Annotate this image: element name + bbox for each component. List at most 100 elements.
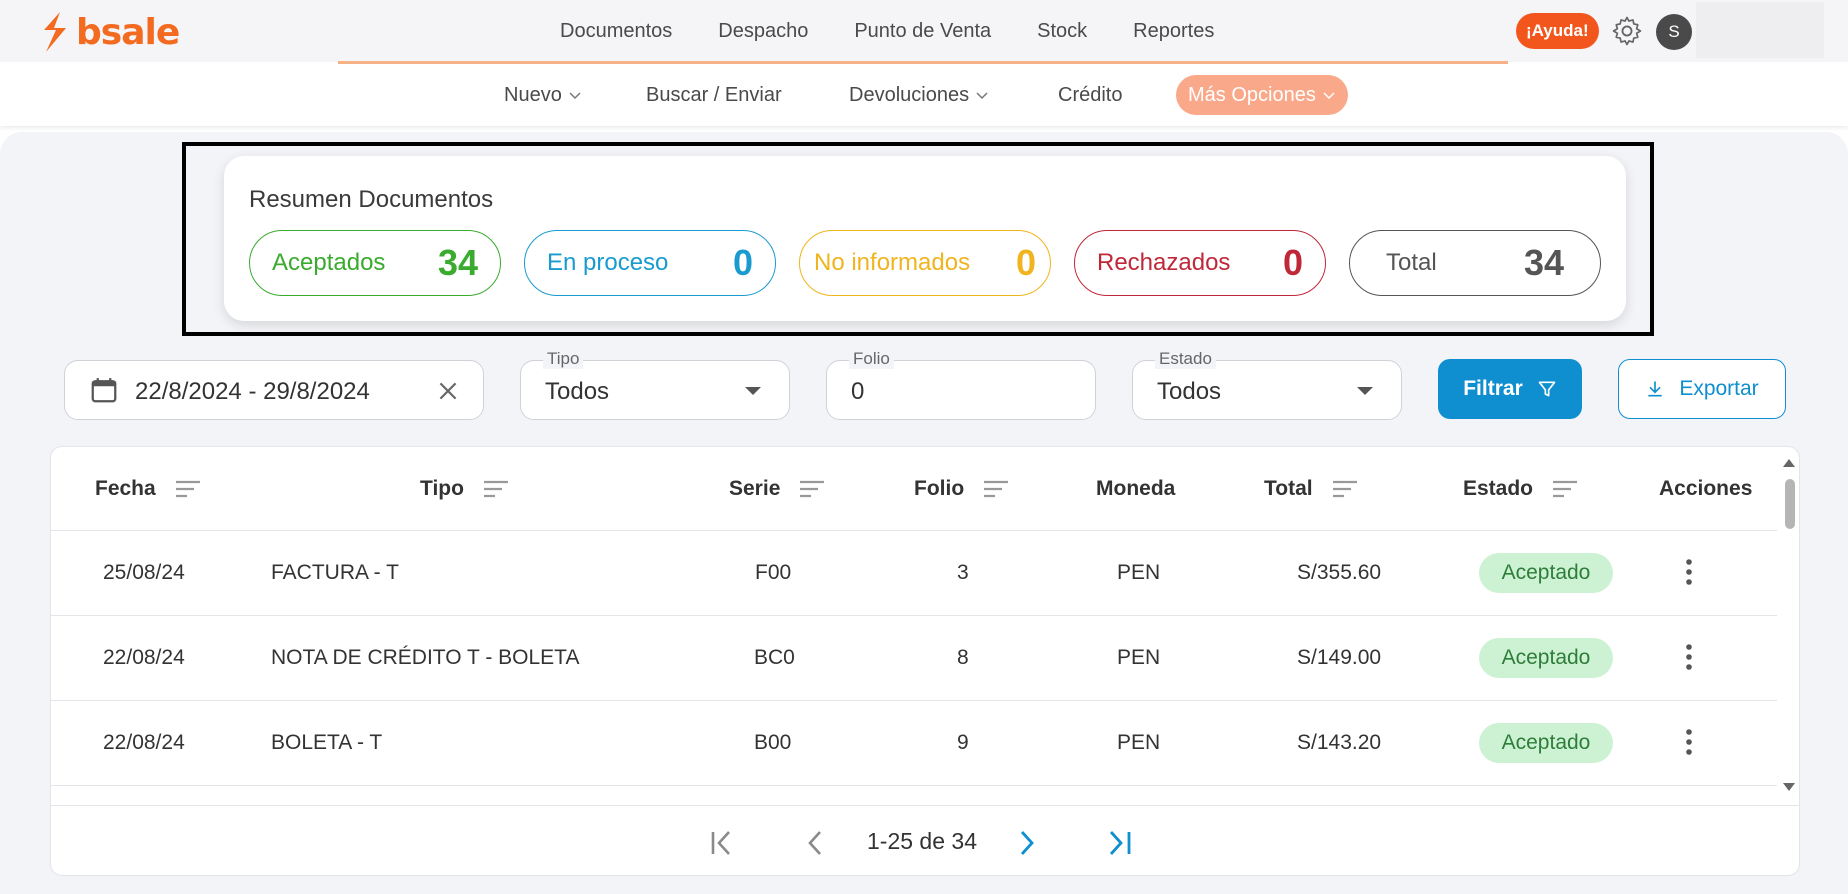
sort-icon[interactable] xyxy=(982,478,1010,500)
more-actions-icon[interactable] xyxy=(1683,642,1695,672)
sort-icon[interactable] xyxy=(798,478,826,500)
more-actions-icon[interactable] xyxy=(1683,557,1695,587)
table-row[interactable]: 22/08/24 NOTA DE CRÉDITO T - BOLETA BC0 … xyxy=(51,616,1777,701)
nav-stock[interactable]: Stock xyxy=(1037,20,1087,43)
chevron-down-icon xyxy=(976,92,988,100)
table-header: Fecha Tipo Serie Folio Moneda Total Esta… xyxy=(51,447,1777,531)
subnav-mas-opciones[interactable]: Más Opciones xyxy=(1176,75,1348,115)
main-nav: Documentos Despacho Punto de Venta Stock… xyxy=(560,0,1260,62)
estado-label: Estado xyxy=(1155,349,1216,369)
subnav-nuevo[interactable]: Nuevo xyxy=(504,80,582,110)
col-tipo[interactable]: Tipo xyxy=(420,477,510,501)
filter-icon xyxy=(1538,381,1556,397)
subnav-devoluciones[interactable]: Devoluciones xyxy=(849,80,989,110)
subnav-buscar-label: Buscar / Enviar xyxy=(646,83,782,106)
help-button[interactable]: ¡Ayuda! xyxy=(1516,13,1599,49)
summary-aceptados[interactable]: Aceptados 34 xyxy=(249,230,501,296)
cell-fecha: 22/08/24 xyxy=(103,731,185,754)
clear-icon[interactable] xyxy=(435,378,461,404)
summary-en-proceso-label: En proceso xyxy=(547,249,669,276)
sub-nav: Nuevo Buscar / Enviar Devoluciones Crédi… xyxy=(0,64,1848,126)
brand-name: bsale xyxy=(76,11,180,53)
cell-total: S/355.60 xyxy=(1297,561,1382,584)
sort-icon[interactable] xyxy=(174,478,202,500)
date-range-value: 22/8/2024 - 29/8/2024 xyxy=(135,378,370,405)
estado-value: Todos xyxy=(1157,378,1222,405)
col-moneda: Moneda xyxy=(1096,477,1175,501)
prev-page-icon[interactable] xyxy=(799,826,833,860)
summary-aceptados-count: 34 xyxy=(437,242,478,283)
export-button[interactable]: Exportar xyxy=(1618,359,1786,419)
sort-icon[interactable] xyxy=(1551,478,1579,500)
nav-reportes[interactable]: Reportes xyxy=(1133,20,1214,43)
summary-en-proceso-count: 0 xyxy=(732,242,753,283)
cell-serie: B00 xyxy=(754,731,792,754)
col-fecha[interactable]: Fecha xyxy=(95,477,202,501)
summary-rechazados-count: 0 xyxy=(1282,242,1303,283)
account-area[interactable] xyxy=(1696,2,1824,58)
cell-total: S/149.00 xyxy=(1297,646,1382,669)
col-serie[interactable]: Serie xyxy=(729,477,826,501)
cell-serie: BC0 xyxy=(754,646,795,669)
date-range-field[interactable]: 22/8/2024 - 29/8/2024 xyxy=(64,360,484,420)
cell-fecha: 25/08/24 xyxy=(103,561,185,584)
last-page-icon[interactable] xyxy=(1103,826,1137,860)
next-page-icon[interactable] xyxy=(1009,826,1043,860)
status-badge: Aceptado xyxy=(1479,638,1613,678)
subnav-nuevo-label: Nuevo xyxy=(504,83,562,106)
brand-logo[interactable]: bsale xyxy=(38,10,180,54)
sort-icon[interactable] xyxy=(1331,478,1359,500)
subnav-devoluciones-label: Devoluciones xyxy=(849,83,970,106)
col-estado[interactable]: Estado xyxy=(1463,477,1579,501)
more-actions-icon[interactable] xyxy=(1683,727,1695,757)
cell-folio: 9 xyxy=(957,731,969,754)
table-row[interactable]: 25/08/24 FACTURA - T F00 3 PEN S/355.60 … xyxy=(51,531,1777,616)
chevron-down-icon xyxy=(569,92,581,100)
cell-folio: 3 xyxy=(957,561,969,584)
pagination: 1-25 de 34 xyxy=(51,805,1799,875)
summary-no-informados[interactable]: No informados 0 xyxy=(799,230,1051,296)
summary-total[interactable]: Total 34 xyxy=(1349,230,1601,296)
summary-total-label: Total xyxy=(1386,249,1437,276)
filter-button-label: Filtrar xyxy=(1463,377,1523,400)
dropdown-caret-icon xyxy=(1357,387,1373,395)
cell-moneda: PEN xyxy=(1117,731,1161,754)
col-moneda-label: Moneda xyxy=(1096,477,1176,500)
col-folio[interactable]: Folio xyxy=(914,477,1010,501)
cell-moneda: PEN xyxy=(1117,646,1161,669)
documents-table: Fecha Tipo Serie Folio Moneda Total Esta… xyxy=(50,446,1800,876)
pagination-range: 1-25 de 34 xyxy=(867,828,977,854)
sort-icon[interactable] xyxy=(482,478,510,500)
user-avatar[interactable]: S xyxy=(1656,14,1692,50)
summary-no-informados-label: No informados xyxy=(814,249,971,276)
col-total[interactable]: Total xyxy=(1264,477,1359,501)
tipo-select[interactable]: Tipo Todos xyxy=(520,349,790,420)
cell-tipo: BOLETA - T xyxy=(271,731,383,754)
cell-moneda: PEN xyxy=(1117,561,1161,584)
col-acciones: Acciones xyxy=(1659,477,1752,501)
estado-select[interactable]: Estado Todos xyxy=(1132,349,1402,420)
gear-icon[interactable] xyxy=(1610,14,1644,48)
first-page-icon[interactable] xyxy=(705,826,739,860)
subnav-credito[interactable]: Crédito xyxy=(1058,80,1122,110)
filter-button[interactable]: Filtrar xyxy=(1438,359,1582,419)
calendar-icon[interactable] xyxy=(89,375,119,405)
bsale-logo-icon xyxy=(44,12,66,52)
nav-punto-de-venta[interactable]: Punto de Venta xyxy=(854,20,991,43)
table-scrollbar[interactable] xyxy=(1777,447,1800,797)
export-button-label: Exportar xyxy=(1679,377,1759,400)
nav-despacho[interactable]: Despacho xyxy=(718,20,808,43)
cell-serie: F00 xyxy=(755,561,792,584)
summary-rechazados-label: Rechazados xyxy=(1097,249,1231,276)
summary-aceptados-label: Aceptados xyxy=(272,249,386,276)
table-row[interactable]: 22/08/24 BOLETA - T B00 9 PEN S/143.20 A… xyxy=(51,701,1777,786)
summary-card: Resumen Documentos Aceptados 34 En proce… xyxy=(224,156,1626,321)
subnav-buscar-enviar[interactable]: Buscar / Enviar xyxy=(646,80,782,110)
col-serie-label: Serie xyxy=(729,477,781,500)
summary-rechazados[interactable]: Rechazados 0 xyxy=(1074,230,1326,296)
cell-total: S/143.20 xyxy=(1297,731,1382,754)
summary-total-count: 34 xyxy=(1523,242,1564,283)
nav-documentos[interactable]: Documentos xyxy=(560,20,672,43)
summary-en-proceso[interactable]: En proceso 0 xyxy=(524,230,776,296)
folio-input[interactable]: Folio 0 xyxy=(826,349,1096,420)
